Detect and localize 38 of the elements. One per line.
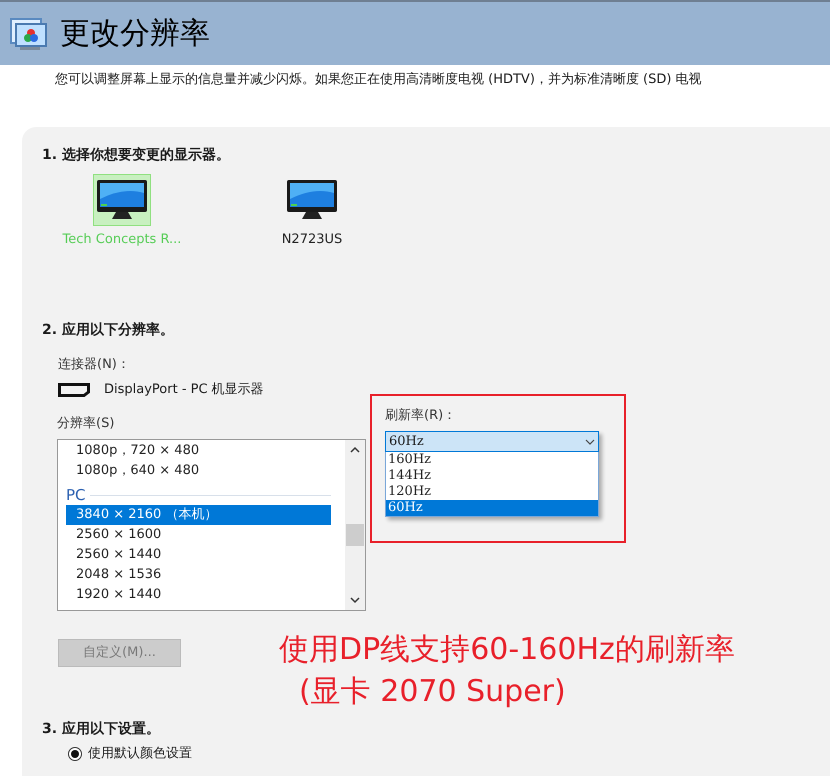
resolution-item[interactable]: 2560 × 1600 bbox=[66, 525, 331, 545]
refresh-rate-option[interactable]: 160Hz bbox=[386, 452, 598, 468]
step-heading: 2. 应用以下分辨率。 bbox=[42, 320, 175, 340]
refresh-rate-label: 刷新率(R)： bbox=[385, 406, 458, 424]
resolution-list[interactable]: 1080p，720 × 480 1080p，640 × 480 PC 3840 × 2160 （本机） 2560 × 1600 2560 × 1440 2048 × 1536 1920 × 1440 bbox=[57, 439, 366, 611]
connector-label: 连接器(N)： bbox=[58, 356, 131, 374]
monitor-label: N2723US bbox=[282, 231, 342, 249]
monitor-icon bbox=[286, 179, 338, 221]
resolution-item[interactable]: 2560 × 1440 bbox=[66, 545, 331, 565]
description-text: 您可以调整屏幕上显示的信息量并减少闪烁。如果您正在使用高清晰度电视 (HDTV)，并为标准清晰度 (SD) 电视 bbox=[55, 71, 702, 89]
monitor-label: Tech Concepts R... bbox=[62, 231, 182, 249]
scroll-thumb[interactable] bbox=[346, 524, 364, 546]
chevron-down-icon bbox=[585, 438, 595, 444]
group-header: PC bbox=[66, 484, 86, 506]
resolution-item[interactable]: 1080p，640 × 480 bbox=[66, 461, 331, 481]
resolution-item[interactable]: 1920 × 1440 bbox=[66, 585, 331, 605]
monitor-tile[interactable] bbox=[93, 174, 151, 226]
scroll-up-icon[interactable] bbox=[350, 446, 360, 453]
annotation-text: (显卡 2070 Super) bbox=[299, 673, 567, 711]
scrollbar[interactable] bbox=[345, 440, 365, 610]
refresh-rate-option[interactable]: 144Hz bbox=[386, 468, 598, 484]
radio-label: 使用默认颜色设置 bbox=[88, 745, 192, 763]
annotation-text: 使用DP线支持60-160Hz的刷新率 bbox=[279, 631, 735, 669]
displayport-icon bbox=[58, 382, 90, 397]
resolution-item[interactable]: 2048 × 1536 bbox=[66, 565, 331, 585]
step-heading: 1. 选择你想要变更的显示器。 bbox=[42, 146, 231, 165]
resolution-item[interactable]: 1080p，720 × 480 bbox=[66, 441, 331, 461]
scroll-down-icon[interactable] bbox=[350, 597, 360, 604]
refresh-rate-dropdown[interactable]: 60Hz bbox=[385, 431, 599, 452]
refresh-rate-option[interactable]: 120Hz bbox=[386, 484, 598, 500]
refresh-rate-option[interactable]: 60Hz bbox=[386, 500, 598, 516]
monitor-icon bbox=[96, 179, 148, 221]
display-settings-icon bbox=[10, 16, 50, 50]
connector-name: DisplayPort - PC 机显示器 bbox=[104, 381, 264, 399]
page-title: 更改分辨率 bbox=[60, 15, 210, 53]
resolution-item[interactable]: 3840 × 2160 （本机） bbox=[66, 505, 331, 525]
step-heading: 3. 应用以下设置。 bbox=[42, 720, 161, 739]
resolution-label: 分辨率(S) bbox=[57, 414, 116, 432]
